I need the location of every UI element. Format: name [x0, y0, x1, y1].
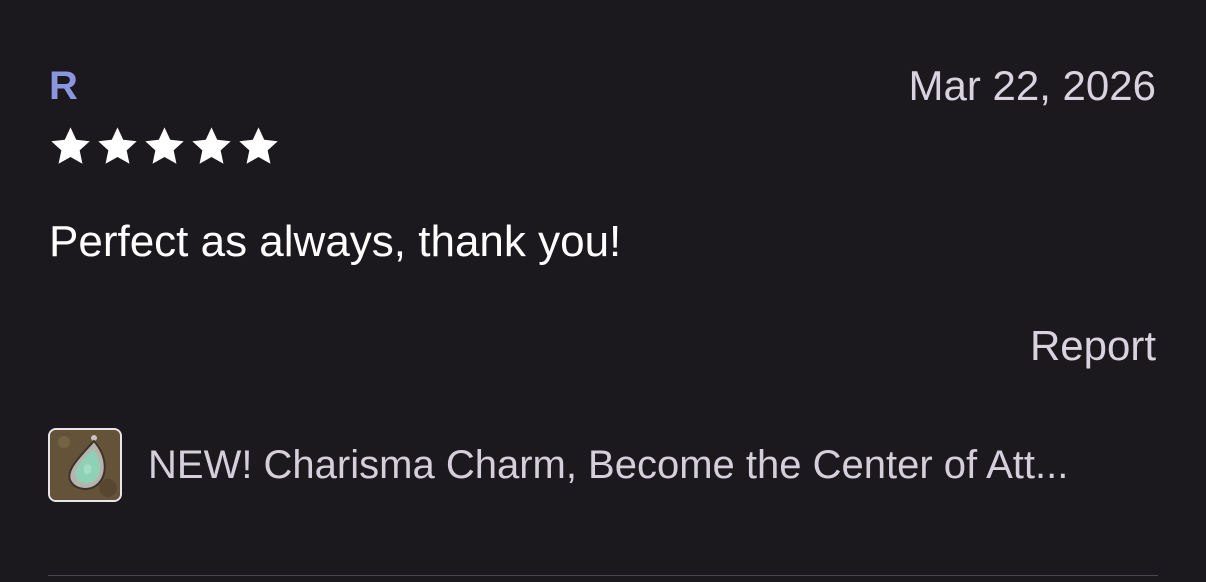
review-date: Mar 22, 2026: [908, 62, 1157, 109]
product-link[interactable]: NEW! Charisma Charm, Become the Center o…: [48, 428, 1158, 502]
star-icon: [98, 127, 137, 164]
star-icon: [51, 127, 90, 164]
product-thumbnail[interactable]: [48, 428, 122, 502]
product-title[interactable]: NEW! Charisma Charm, Become the Center o…: [148, 441, 1068, 489]
star-icon: [239, 127, 278, 164]
pendant-icon: [50, 430, 120, 500]
review-text: Perfect as always, thank you!: [49, 217, 622, 266]
star-rating: [48, 124, 281, 169]
report-link[interactable]: Report: [1030, 322, 1156, 370]
review-card: R Mar 22, 2026 Perfect as always, thank …: [0, 0, 1206, 582]
reviewer-initial: R: [49, 64, 78, 108]
star-icon: [192, 127, 231, 164]
divider: [48, 575, 1158, 576]
star-icon: [145, 127, 184, 164]
